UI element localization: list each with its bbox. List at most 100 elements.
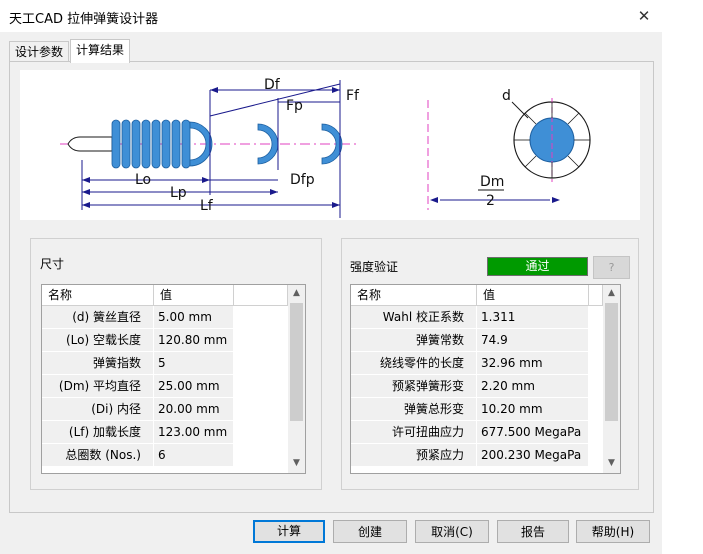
label-ff: Ff — [346, 88, 360, 104]
calculate-button[interactable]: 计算 — [253, 520, 325, 543]
row-extra-cell — [589, 444, 603, 467]
table-row[interactable]: (Lf) 加载长度 123.00 mm — [42, 421, 288, 444]
cancel-button[interactable]: 取消(C) — [415, 520, 489, 543]
help-icon-button[interactable]: ? — [593, 256, 630, 279]
dialog-window: 天工CAD 拉伸弹簧设计器 ✕ 设计参数 计算结果 Df Fp Ff Lo Lp… — [0, 0, 662, 554]
spring-hook — [67, 136, 113, 152]
row-extra-cell — [589, 329, 603, 352]
chevron-up-icon[interactable]: ▲ — [288, 285, 305, 302]
spring-coils — [111, 119, 191, 169]
row-value-cell: 2.20 mm — [477, 375, 589, 398]
row-name-cell: 弹簧指数 — [42, 352, 154, 375]
column-header-name[interactable]: 名称 — [42, 285, 154, 305]
scroll-thumb[interactable] — [605, 303, 618, 421]
d-leader — [511, 101, 529, 119]
help-button[interactable]: 帮助(H) — [576, 520, 650, 543]
table-row[interactable]: 预紧应力 200.230 MegaPa — [351, 444, 603, 467]
chevron-up-icon[interactable]: ▲ — [603, 285, 620, 302]
tab-label: 计算结果 — [76, 43, 125, 57]
row-name-cell: (Dm) 平均直径 — [42, 375, 154, 398]
spring-diagram: Df Fp Ff Lo Lp Lf Dfp d Dm 2 — [20, 70, 640, 220]
dm-arrow-right — [552, 197, 560, 203]
strength-group-title: 强度验证 — [350, 260, 399, 274]
chevron-down-icon[interactable]: ▼ — [288, 455, 305, 472]
row-value-cell: 120.80 mm — [154, 329, 234, 352]
size-table-scrollbar[interactable]: ▲ ▼ — [288, 285, 305, 473]
row-extra-cell — [234, 375, 288, 398]
strength-table-scrollbar[interactable]: ▲ ▼ — [603, 285, 620, 473]
row-value-cell: 10.20 mm — [477, 398, 589, 421]
row-extra-cell — [589, 375, 603, 398]
size-table[interactable]: 名称 值 (d) 簧丝直径 5.00 mm (Lo) 空载长度 120.80 mm 弹簧… — [41, 284, 306, 474]
window-title: 天工CAD 拉伸弹簧设计器 — [9, 12, 159, 27]
row-extra-cell — [589, 421, 603, 444]
row-value-cell: 1.311 — [477, 306, 589, 329]
spring-diagram-svg: Df Fp Ff Lo Lp Lf Dfp d Dm 2 — [60, 77, 591, 218]
chevron-down-icon[interactable]: ▼ — [603, 455, 620, 472]
report-button[interactable]: 报告 — [497, 520, 569, 543]
dm-arrow-left — [430, 197, 438, 203]
row-value-cell: 74.9 — [477, 329, 589, 352]
table-row[interactable]: Wahl 校正系数 1.311 — [351, 306, 603, 329]
size-group-title: 尺寸 — [40, 257, 65, 271]
label-lo: Lo — [135, 172, 151, 188]
table-row[interactable]: 弹簧常数 74.9 — [351, 329, 603, 352]
row-value-cell: 5.00 mm — [154, 306, 234, 329]
tab-design-params[interactable]: 设计参数 — [9, 41, 70, 63]
label-two: 2 — [486, 193, 495, 209]
strength-table-header: 名称 值 — [351, 285, 603, 306]
label-fp: Fp — [286, 98, 303, 114]
row-value-cell: 25.00 mm — [154, 375, 234, 398]
row-value-cell: 200.230 MegaPa — [477, 444, 589, 467]
row-extra-cell — [589, 352, 603, 375]
tab-calc-results[interactable]: 计算结果 — [70, 39, 131, 63]
row-name-cell: 绕线零件的长度 — [351, 352, 477, 375]
row-extra-cell — [234, 329, 288, 352]
row-name-cell: 预紧应力 — [351, 444, 477, 467]
tab-label: 设计参数 — [15, 45, 64, 59]
row-extra-cell — [234, 398, 288, 421]
row-extra-cell — [589, 398, 603, 421]
table-row[interactable]: 弹簧指数 5 — [42, 352, 288, 375]
row-name-cell: 预紧弹簧形变 — [351, 375, 477, 398]
table-row[interactable]: 弹簧总形变 10.20 mm — [351, 398, 603, 421]
row-value-cell: 32.96 mm — [477, 352, 589, 375]
row-name-cell: 总圈数 (Nos.) — [42, 444, 154, 467]
table-row[interactable]: 许可扭曲应力 677.500 MegaPa — [351, 421, 603, 444]
column-header-extra[interactable] — [234, 285, 288, 305]
table-row[interactable]: (Lo) 空载长度 120.80 mm — [42, 329, 288, 352]
row-extra-cell — [234, 352, 288, 375]
row-value-cell: 20.00 mm — [154, 398, 234, 421]
strength-table[interactable]: 名称 值 Wahl 校正系数 1.311 弹簧常数 74.9 绕线零件的长度 32.96 … — [350, 284, 621, 474]
column-header-value[interactable]: 值 — [154, 285, 234, 305]
row-extra-cell — [589, 306, 603, 329]
row-value-cell: 5 — [154, 352, 234, 375]
create-button[interactable]: 创建 — [333, 520, 407, 543]
table-row[interactable]: 总圈数 (Nos.) 6 — [42, 444, 288, 467]
row-value-cell: 6 — [154, 444, 234, 467]
label-lf: Lf — [200, 198, 214, 214]
status-badge: 通过 — [487, 257, 588, 276]
label-d: d — [502, 88, 511, 104]
table-row[interactable]: 预紧弹簧形变 2.20 mm — [351, 375, 603, 398]
table-row[interactable]: (d) 簧丝直径 5.00 mm — [42, 306, 288, 329]
row-extra-cell — [234, 444, 288, 467]
column-header-value[interactable]: 值 — [477, 285, 589, 305]
column-header-extra[interactable] — [589, 285, 603, 305]
table-row[interactable]: (Dm) 平均直径 25.00 mm — [42, 375, 288, 398]
close-icon[interactable]: ✕ — [628, 2, 660, 30]
label-dm: Dm — [480, 174, 504, 190]
label-df: Df — [264, 77, 281, 93]
title-bar: 天工CAD 拉伸弹簧设计器 ✕ — [0, 0, 662, 32]
table-row[interactable]: 绕线零件的长度 32.96 mm — [351, 352, 603, 375]
row-name-cell: Wahl 校正系数 — [351, 306, 477, 329]
row-name-cell: 弹簧常数 — [351, 329, 477, 352]
scroll-thumb[interactable] — [290, 303, 303, 421]
size-table-header: 名称 值 — [42, 285, 288, 306]
table-row[interactable]: (Di) 内径 20.00 mm — [42, 398, 288, 421]
row-name-cell: 许可扭曲应力 — [351, 421, 477, 444]
column-header-name[interactable]: 名称 — [351, 285, 477, 305]
row-value-cell: 677.500 MegaPa — [477, 421, 589, 444]
row-extra-cell — [234, 421, 288, 444]
label-dfp: Dfp — [290, 172, 315, 188]
